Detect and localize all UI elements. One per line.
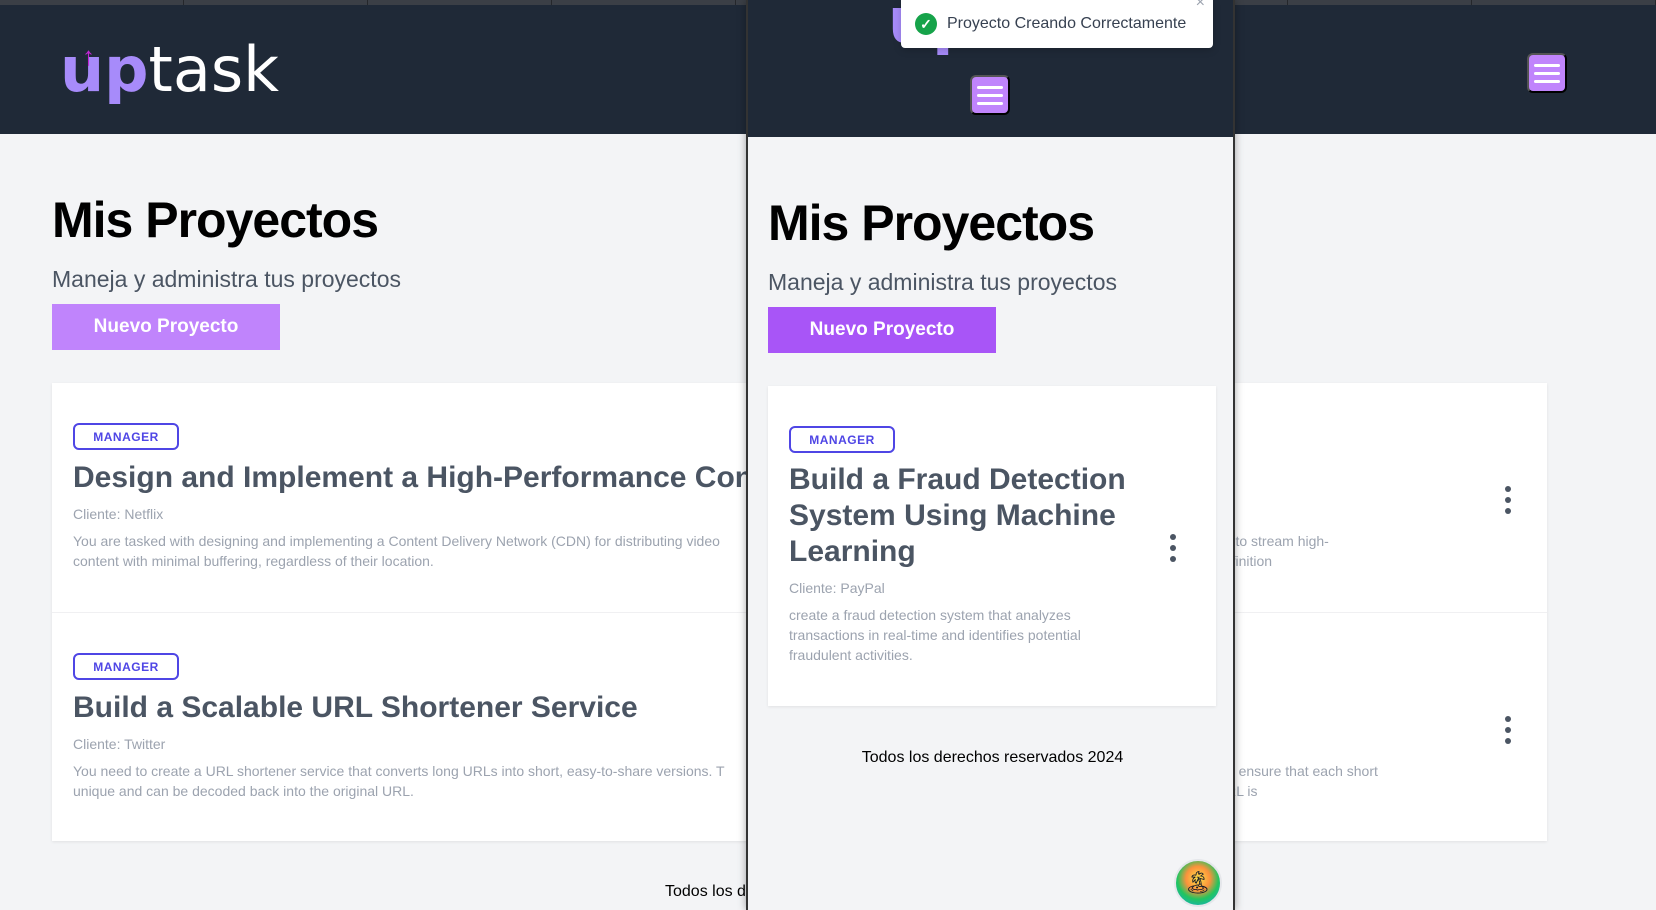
project-description: create a fraud detection system that ana… xyxy=(789,607,1081,663)
project-options-icon[interactable] xyxy=(1503,712,1513,748)
uptask-logo[interactable]: up ↑ task xyxy=(60,35,279,105)
toast-message: Proyecto Creando Correctamente xyxy=(947,15,1187,32)
new-project-button[interactable]: Nuevo Proyecto xyxy=(768,307,996,353)
hamburger-icon xyxy=(977,85,1003,89)
logo-task: task xyxy=(148,33,280,106)
success-toast: ✓ Proyecto Creando Correctamente × xyxy=(901,0,1213,48)
project-item: MANAGER Build a Fraud Detection System U… xyxy=(768,386,1216,706)
logo-up: up xyxy=(60,33,149,106)
project-client: Cliente: Netflix xyxy=(73,506,164,522)
project-title[interactable]: Build a Scalable URL Shortener Service xyxy=(73,691,638,725)
mobile-app-window: up ↑ task Mis Proyectos Maneja y adminis… xyxy=(746,0,1235,910)
user-avatar[interactable]: 🏝 xyxy=(1174,859,1222,907)
project-client: Cliente: Twitter xyxy=(73,736,166,752)
page-subtitle: Maneja y administra tus proyectos xyxy=(768,269,1117,295)
menu-button[interactable] xyxy=(970,75,1010,115)
project-options-icon[interactable] xyxy=(1168,530,1178,566)
role-badge: MANAGER xyxy=(789,426,895,453)
role-badge: MANAGER xyxy=(73,653,179,680)
page-subtitle: Maneja y administra tus proyectos xyxy=(52,266,401,292)
project-options-icon[interactable] xyxy=(1503,482,1513,518)
footer-text: Todos los d xyxy=(665,883,746,900)
project-title[interactable]: Build a Fraud Detection System Using Mac… xyxy=(789,462,1129,570)
role-badge: MANAGER xyxy=(73,423,179,450)
menu-button[interactable] xyxy=(1527,53,1567,93)
footer-text: Todos los derechos reservados 2024 xyxy=(861,749,1124,766)
logo-arrow-icon: ↑ xyxy=(82,41,95,71)
project-title[interactable]: Design and Implement a High-Performance … xyxy=(73,461,763,495)
check-circle-icon: ✓ xyxy=(915,13,937,35)
close-icon[interactable]: × xyxy=(1196,0,1205,12)
new-project-button[interactable]: Nuevo Proyecto xyxy=(52,304,280,350)
page-title: Mis Proyectos xyxy=(768,195,1095,251)
page-title: Mis Proyectos xyxy=(52,192,379,248)
hamburger-icon xyxy=(1534,63,1560,67)
project-client: Cliente: PayPal xyxy=(789,580,885,596)
